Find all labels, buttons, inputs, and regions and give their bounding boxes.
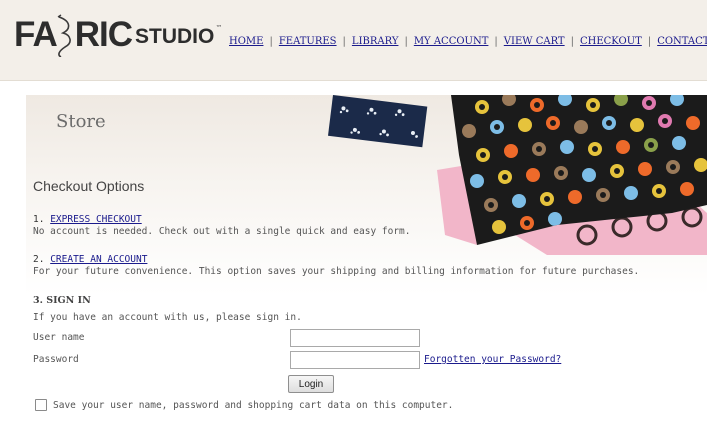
login-button[interactable]: Login <box>288 375 334 393</box>
create-account-description: For your future convenience. This option… <box>33 266 640 277</box>
password-label: Password <box>33 354 79 365</box>
nav-my-account[interactable]: MY ACCOUNT <box>414 36 489 47</box>
nav-separator: | <box>404 36 408 47</box>
express-checkout-option: 1. EXPRESS CHECKOUT <box>33 214 142 225</box>
nav-separator: | <box>570 36 574 47</box>
nav-separator: | <box>647 36 652 47</box>
nav-separator: | <box>494 36 498 47</box>
username-input[interactable] <box>290 329 420 347</box>
site-logo[interactable]: FA RIC STUDIO ™ <box>14 10 222 60</box>
nav-separator: | <box>342 36 346 47</box>
remember-me-label: Save your user name, password and shoppi… <box>53 400 454 411</box>
sign-in-heading: 3. SIGN IN <box>33 295 91 306</box>
nav-contact-us[interactable]: CONTACT US <box>657 36 707 47</box>
logo-swirl-icon <box>57 14 71 57</box>
express-checkout-link[interactable]: EXPRESS CHECKOUT <box>50 214 142 225</box>
nav-view-cart[interactable]: VIEW CART <box>504 36 565 47</box>
logo-trademark: ™ <box>215 24 223 32</box>
site-header: FA RIC STUDIO ™ HOME | FEATURES | LIBRAR… <box>0 0 707 81</box>
forgot-password-link[interactable]: Forgotten your Password? <box>424 354 561 365</box>
remember-me-checkbox[interactable] <box>35 399 47 411</box>
nav-features[interactable]: FEATURES <box>279 36 337 47</box>
sign-in-description: If you have an account with us, please s… <box>33 312 302 323</box>
logo-text-ric: RIC <box>74 15 133 54</box>
nav-checkout[interactable]: CHECKOUT <box>580 36 642 47</box>
nav-separator: | <box>269 36 273 47</box>
create-account-link[interactable]: CREATE AN ACCOUNT <box>50 254 147 265</box>
option-number: 1. <box>33 214 45 225</box>
option-number: 2. <box>33 254 45 265</box>
express-checkout-description: No account is needed. Check out with a s… <box>33 226 411 237</box>
username-label: User name <box>33 332 85 343</box>
top-navigation: HOME | FEATURES | LIBRARY | MY ACCOUNT |… <box>229 36 707 47</box>
polka-dot-fabric-swatch <box>437 95 707 255</box>
password-input[interactable] <box>290 351 420 369</box>
nav-library[interactable]: LIBRARY <box>352 36 399 47</box>
logo-text-fa: FA <box>14 15 58 54</box>
logo-text-studio: STUDIO <box>135 25 215 48</box>
nav-home[interactable]: HOME <box>229 36 263 47</box>
polka-dots-pattern-icon <box>437 95 707 255</box>
page-title: Store <box>56 111 106 132</box>
checkout-options-heading: Checkout Options <box>33 178 145 194</box>
create-account-option: 2. CREATE AN ACCOUNT <box>33 254 147 265</box>
